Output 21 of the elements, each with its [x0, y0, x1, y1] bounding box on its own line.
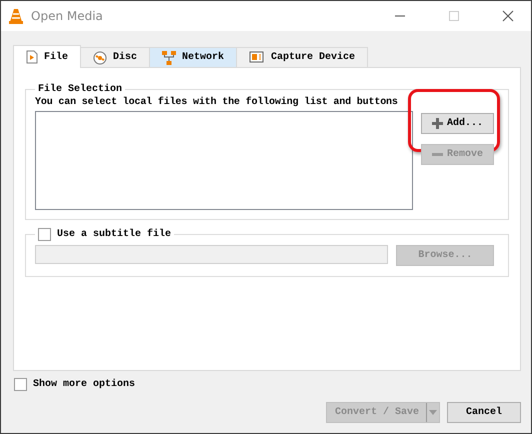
cancel-button[interactable]: Cancel [447, 402, 521, 423]
show-more-checkbox[interactable] [14, 378, 27, 391]
checkbox-label: Show more options [33, 379, 136, 390]
group-title: File Selection [38, 84, 122, 95]
file-list[interactable] [35, 111, 413, 210]
tab[interactable]: Network [149, 47, 238, 68]
network-icon [162, 50, 176, 64]
traffic-cone-icon [9, 8, 23, 24]
tab[interactable]: File [13, 45, 82, 68]
window-title: Open Media [31, 9, 104, 23]
plus-icon [432, 118, 443, 129]
instruction-text: You can select local files with the following list and buttons [35, 97, 399, 108]
add-button[interactable]: Add... [421, 113, 494, 134]
file-icon [26, 50, 38, 64]
checkbox-label: Use a subtitle file [57, 229, 172, 240]
subtitle-checkbox[interactable] [38, 228, 51, 241]
capture-card-icon [249, 51, 266, 64]
subtitle-path-field[interactable] [35, 245, 388, 264]
minus-icon [432, 153, 443, 156]
tab[interactable]: Capture Device [236, 47, 368, 68]
disc-icon [93, 50, 108, 64]
